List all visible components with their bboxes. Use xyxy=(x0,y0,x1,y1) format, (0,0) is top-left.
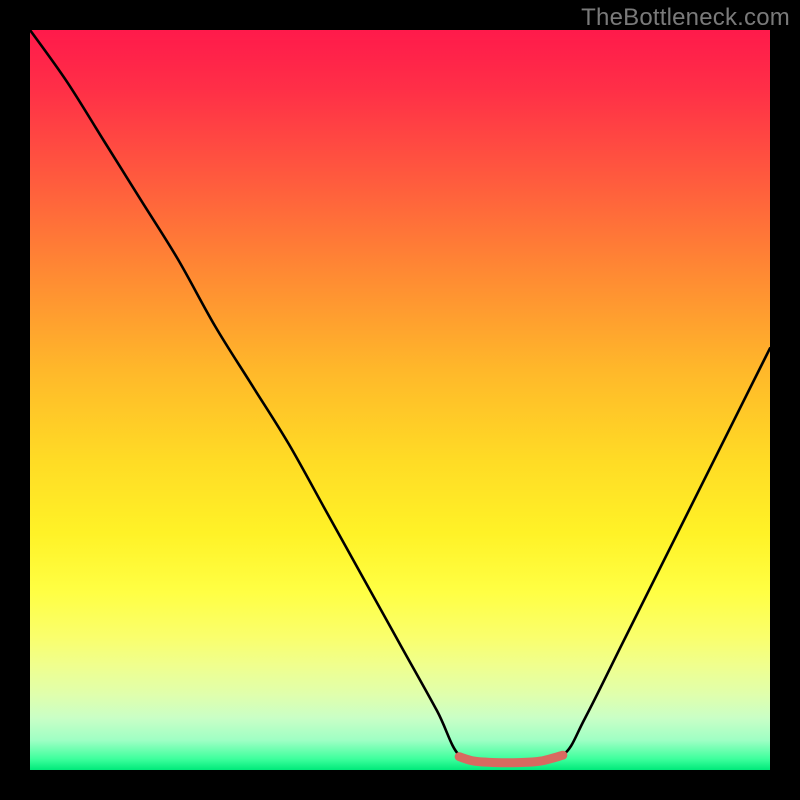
curve-layer xyxy=(30,30,770,770)
chart-frame: TheBottleneck.com xyxy=(0,0,800,800)
bottleneck-curve xyxy=(30,30,770,764)
minimum-marker xyxy=(459,755,563,763)
plot-area xyxy=(30,30,770,770)
watermark-text: TheBottleneck.com xyxy=(581,4,790,32)
